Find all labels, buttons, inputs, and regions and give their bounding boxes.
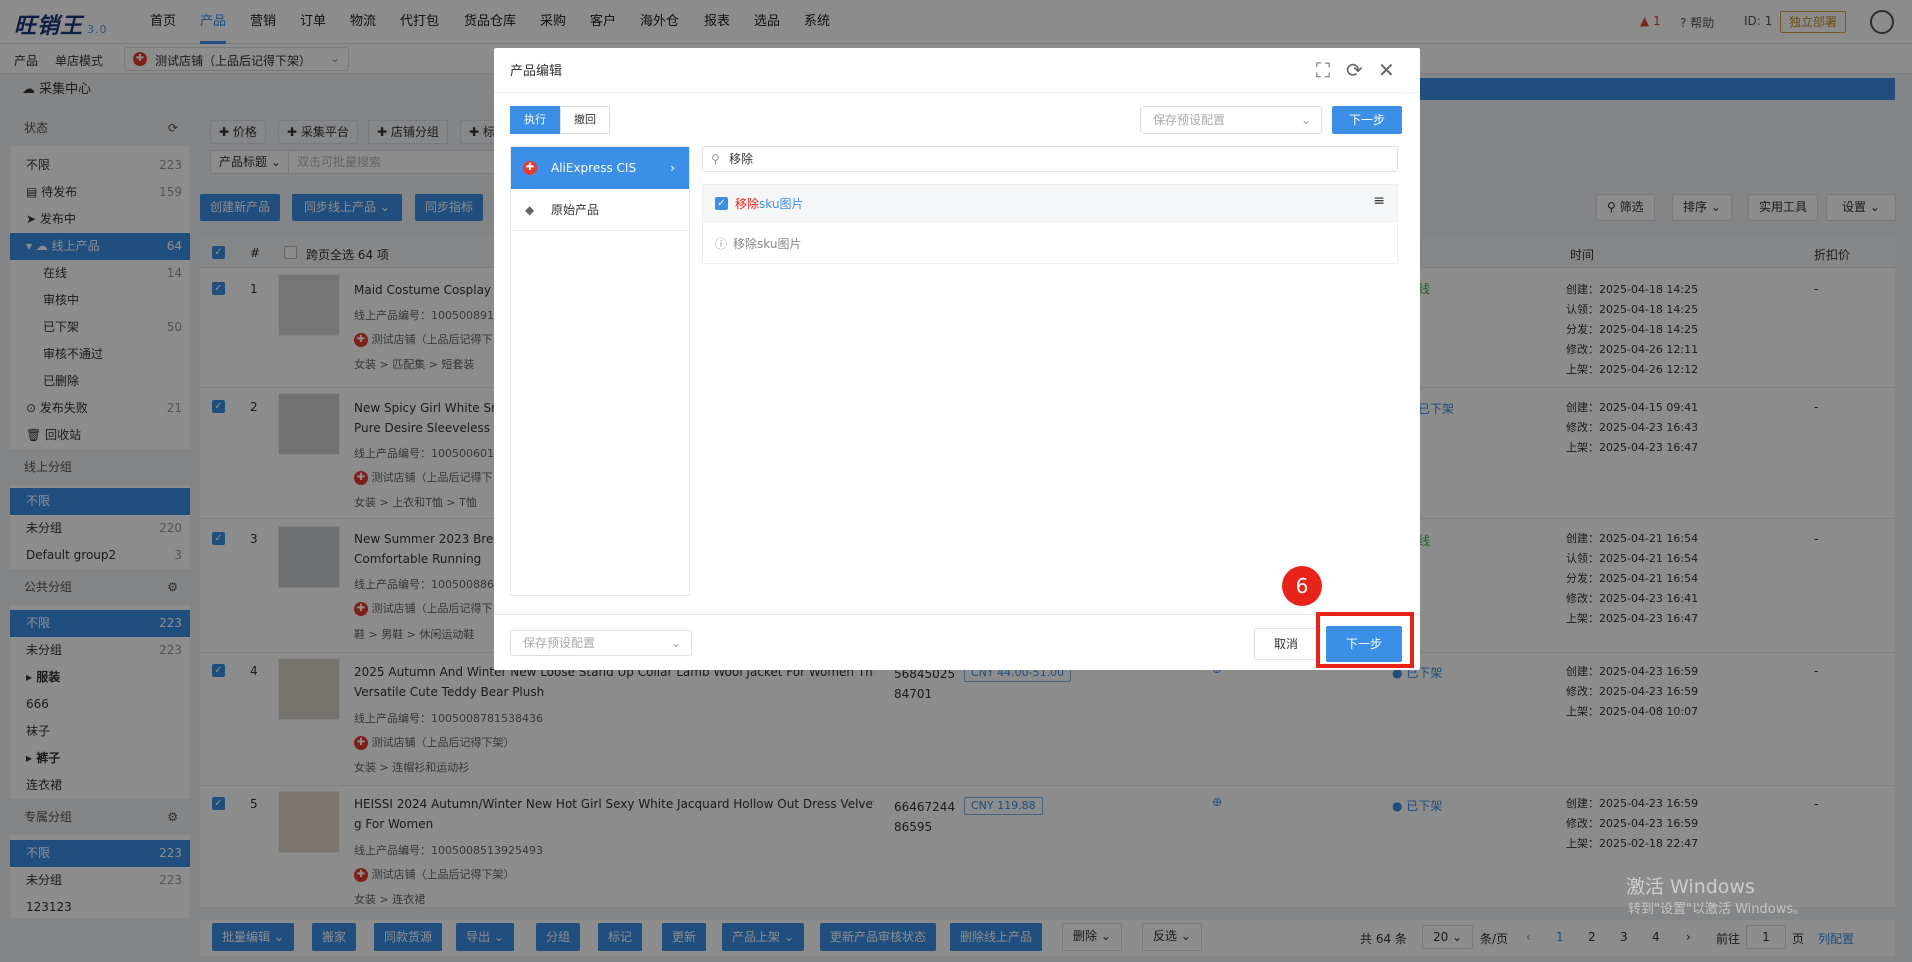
modal-title: 产品编辑	[510, 64, 563, 79]
platform-aliexpress[interactable]: ✚ AliExpress CIS ›	[511, 147, 689, 189]
refresh-icon[interactable]: ⟳	[1346, 58, 1363, 82]
option-row[interactable]: ✓ 移除sku图片 ≡	[702, 184, 1398, 222]
option-detail-label: 移除sku图片	[733, 237, 802, 251]
highlight-box	[1316, 612, 1414, 668]
step-badge: 6	[1282, 566, 1322, 606]
search-icon: ⚲	[711, 152, 720, 166]
menu-icon[interactable]: ≡	[1373, 193, 1385, 209]
platform-original[interactable]: ◆ 原始产品	[511, 189, 689, 231]
undo-tab[interactable]: 撤回	[560, 106, 610, 134]
close-icon[interactable]: ✕	[1378, 58, 1395, 82]
product-edit-modal: 产品编辑 ⛶ ⟳ ✕ 执行 撤回 保存预设配置 ⌄ 下一步 ✚ AliExpres…	[494, 48, 1420, 670]
platform-list: ✚ AliExpress CIS › ◆ 原始产品	[510, 146, 690, 596]
fullscreen-icon[interactable]: ⛶	[1316, 58, 1330, 82]
windows-watermark: 激活 Windows	[1626, 876, 1755, 898]
cancel-button[interactable]: 取消	[1254, 628, 1318, 660]
next-step-button-top[interactable]: 下一步	[1332, 106, 1402, 134]
windows-watermark-sub: 转到"设置"以激活 Windows。	[1628, 902, 1807, 917]
box-icon: ◆	[525, 203, 535, 217]
preset-select[interactable]: 保存预设配置 ⌄	[1140, 106, 1322, 134]
modal-footer-divider	[494, 614, 1420, 615]
option-search-input[interactable]: ⚲ 移除	[702, 146, 1398, 172]
aliexpress-icon: ✚	[523, 161, 537, 175]
exec-tab[interactable]: 执行	[510, 106, 560, 134]
info-icon: ⓘ	[715, 237, 728, 251]
preset-select-bottom[interactable]: 保存预设配置 ⌄	[510, 630, 692, 656]
chevron-right-icon: ›	[670, 161, 675, 175]
option-label: 移除sku图片	[735, 197, 804, 211]
option-checkbox[interactable]: ✓	[715, 197, 728, 210]
option-detail: ⓘ 移除sku图片	[702, 222, 1398, 264]
